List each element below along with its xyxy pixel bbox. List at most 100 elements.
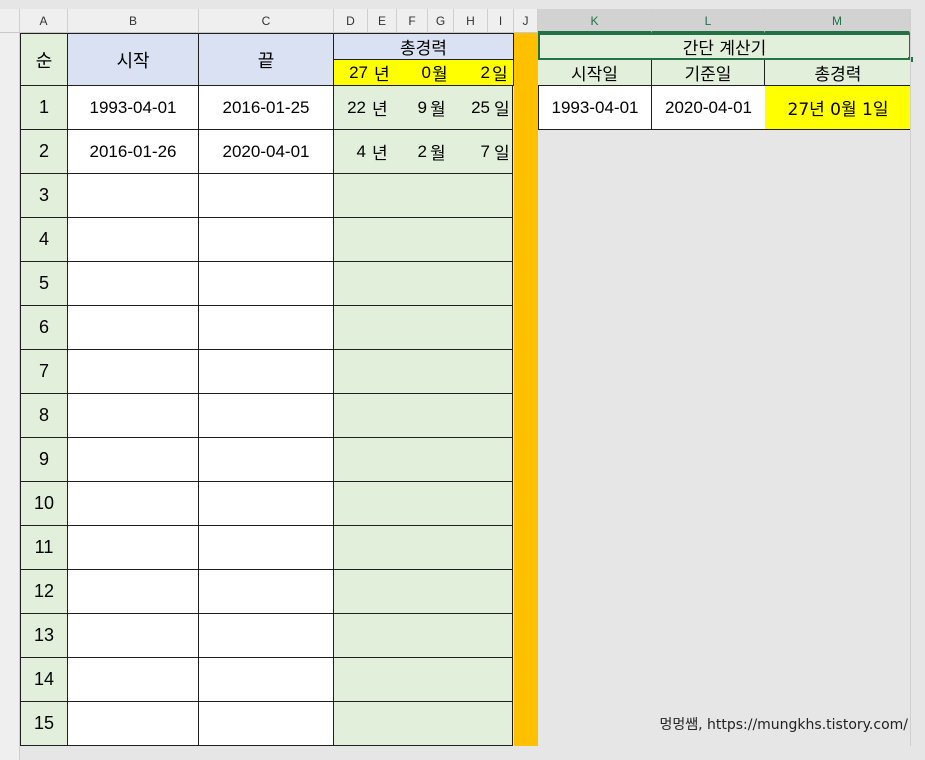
column-header-f[interactable]: F (397, 9, 428, 33)
end-date-cell[interactable] (199, 570, 334, 614)
row-number[interactable]: 1 (20, 86, 68, 130)
start-date-cell[interactable] (68, 174, 199, 218)
row-number[interactable]: 13 (20, 614, 68, 658)
sheet-corner[interactable] (0, 9, 20, 33)
column-header-g[interactable]: G (428, 9, 454, 33)
career-cell[interactable] (334, 482, 513, 526)
start-date-cell[interactable] (68, 702, 199, 746)
header-end[interactable]: 끝 (198, 33, 334, 86)
start-date-cell[interactable] (68, 262, 199, 306)
end-date-cell[interactable] (199, 218, 334, 262)
row-number[interactable]: 6 (20, 306, 68, 350)
row-number[interactable]: 2 (20, 130, 68, 174)
row-number[interactable]: 8 (20, 394, 68, 438)
column-header-d[interactable]: D (334, 9, 368, 33)
header-start[interactable]: 시작 (67, 33, 199, 86)
header-order[interactable]: 순 (20, 33, 68, 86)
summary-days: 2 (480, 62, 490, 82)
career-months (400, 526, 427, 569)
column-header-b[interactable]: B (68, 9, 199, 33)
career-cell[interactable] (334, 570, 513, 614)
row-number[interactable]: 14 (20, 658, 68, 702)
end-date-cell[interactable] (199, 306, 334, 350)
career-months (400, 570, 427, 613)
summary-months: 0 (421, 62, 431, 82)
calc-base-date[interactable]: 2020-04-01 (651, 86, 766, 130)
career-cell[interactable] (334, 702, 513, 746)
career-months (400, 174, 427, 217)
career-years (336, 438, 366, 481)
end-date-cell[interactable] (199, 614, 334, 658)
career-months (400, 394, 427, 437)
end-date-cell[interactable]: 2016-01-25 (199, 86, 334, 130)
start-date-cell[interactable]: 2016-01-26 (68, 130, 199, 174)
column-header-c[interactable]: C (199, 9, 334, 33)
start-date-cell[interactable] (68, 438, 199, 482)
end-date-cell[interactable] (199, 658, 334, 702)
summary-day-unit: 일 (492, 65, 508, 85)
column-header-m[interactable]: M (765, 9, 910, 33)
row-number[interactable]: 12 (20, 570, 68, 614)
calc-label-start[interactable]: 시작일 (538, 60, 652, 86)
calculator-title[interactable]: 간단 계산기 (538, 33, 911, 60)
row-number[interactable]: 9 (20, 438, 68, 482)
career-cell[interactable] (334, 350, 513, 394)
career-cell[interactable] (334, 262, 513, 306)
row-number[interactable]: 3 (20, 174, 68, 218)
row-number[interactable]: 4 (20, 218, 68, 262)
end-date-cell[interactable] (199, 262, 334, 306)
end-date-cell[interactable] (199, 174, 334, 218)
end-date-cell[interactable] (199, 702, 334, 746)
row-number[interactable]: 15 (20, 702, 68, 746)
column-header-k[interactable]: K (538, 9, 652, 33)
start-date-cell[interactable] (68, 394, 199, 438)
start-date-cell[interactable] (68, 570, 199, 614)
career-cell[interactable] (334, 658, 513, 702)
career-cell[interactable]: 22 년 9 월 25 일 (334, 86, 513, 130)
career-cell[interactable] (334, 174, 513, 218)
career-months (400, 702, 427, 745)
career-cell[interactable] (334, 306, 513, 350)
start-date-cell[interactable]: 1993-04-01 (68, 86, 199, 130)
career-cell[interactable] (334, 438, 513, 482)
start-date-cell[interactable] (68, 306, 199, 350)
start-date-cell[interactable] (68, 482, 199, 526)
career-cell[interactable] (334, 526, 513, 570)
end-date-cell[interactable]: 2020-04-01 (199, 130, 334, 174)
calc-label-total[interactable]: 총경력 (765, 60, 911, 86)
end-date-cell[interactable] (199, 526, 334, 570)
column-header-a[interactable]: A (20, 9, 68, 33)
career-years: 4 (356, 141, 366, 161)
total-career-summary[interactable]: 27 년 0 월 2 일 (333, 59, 514, 86)
row-number[interactable]: 11 (20, 526, 68, 570)
column-header-l[interactable]: L (652, 9, 765, 33)
career-cell[interactable] (334, 614, 513, 658)
start-date-cell[interactable] (68, 658, 199, 702)
career-days (460, 306, 490, 349)
calc-label-base[interactable]: 기준일 (652, 60, 765, 86)
calc-start-date[interactable]: 1993-04-01 (538, 86, 652, 130)
career-cell[interactable]: 4년 2월 7일 (334, 130, 513, 174)
header-total-career[interactable]: 총경력 (333, 33, 514, 60)
column-header-h[interactable]: H (454, 9, 488, 33)
career-day-unit: 일 (494, 144, 510, 164)
career-cell[interactable] (334, 218, 513, 262)
start-date-cell[interactable] (68, 218, 199, 262)
career-years (336, 526, 366, 569)
end-date-cell[interactable] (199, 394, 334, 438)
column-header-j[interactable]: J (514, 9, 538, 33)
career-cell[interactable] (334, 394, 513, 438)
end-date-cell[interactable] (199, 482, 334, 526)
end-date-cell[interactable] (199, 350, 334, 394)
start-date-cell[interactable] (68, 614, 199, 658)
start-date-cell[interactable] (68, 350, 199, 394)
end-date-cell[interactable] (199, 438, 334, 482)
calc-total-career[interactable]: 27년 0월 1일 (765, 86, 911, 130)
career-years: 22 (347, 97, 366, 117)
row-number[interactable]: 5 (20, 262, 68, 306)
column-header-e[interactable]: E (368, 9, 397, 33)
column-header-i[interactable]: I (488, 9, 514, 33)
row-number[interactable]: 10 (20, 482, 68, 526)
row-number[interactable]: 7 (20, 350, 68, 394)
start-date-cell[interactable] (68, 526, 199, 570)
